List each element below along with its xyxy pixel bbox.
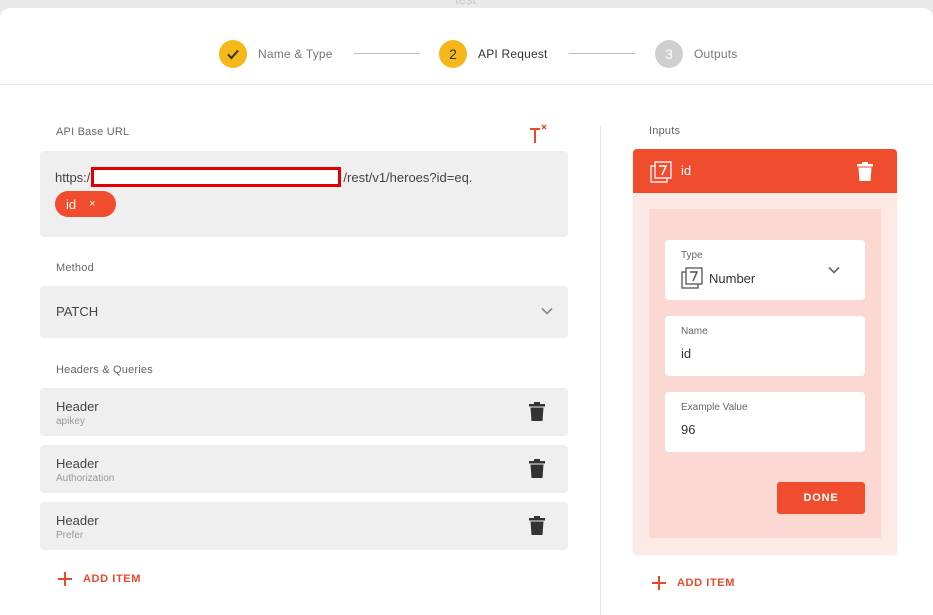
trash-icon[interactable]: [857, 162, 873, 181]
redacted-host: [91, 167, 342, 187]
header-item[interactable]: Header Prefer: [40, 502, 568, 550]
number-type-icon: [650, 161, 672, 183]
plus-icon: [58, 572, 72, 586]
step-connector: [569, 53, 635, 54]
type-value-row: Number: [681, 267, 755, 289]
step-label: Outputs: [694, 47, 738, 61]
trash-icon[interactable]: [529, 459, 545, 478]
example-value[interactable]: 96: [681, 422, 695, 437]
example-value-label: Example Value: [681, 402, 748, 413]
header-key: Prefer: [56, 530, 84, 541]
header-type: Header: [56, 513, 99, 528]
inputs-label: Inputs: [649, 125, 681, 137]
method-label: Method: [56, 262, 94, 274]
method-select[interactable]: PATCH: [40, 286, 568, 338]
headers-queries-label: Headers & Queries: [56, 364, 153, 376]
step-api-request[interactable]: 2 API Request: [439, 40, 548, 68]
step-outputs[interactable]: 3 Outputs: [655, 40, 737, 68]
header-key: apikey: [56, 416, 85, 427]
chevron-down-icon: [541, 307, 553, 315]
url-text: https:/ /rest/v1/heroes?id=eq.: [55, 167, 472, 187]
example-value-field[interactable]: Example Value 96: [665, 392, 865, 452]
step-number: 3: [655, 40, 683, 68]
step-name-type[interactable]: Name & Type: [219, 40, 333, 68]
chip-label: id: [66, 196, 77, 212]
api-request-modal: Name & Type 2 API Request 3 Outputs API …: [0, 8, 933, 615]
url-suffix: /rest/v1/heroes?id=eq.: [343, 169, 473, 185]
api-base-url-label: API Base URL: [56, 126, 130, 138]
name-label: Name: [681, 326, 708, 337]
input-card-id: id Type Number Name id Example Value 96 …: [633, 149, 897, 554]
api-base-url-field[interactable]: https:/ /rest/v1/heroes?id=eq. id ×: [40, 151, 568, 237]
header-item[interactable]: Header Authorization: [40, 445, 568, 493]
method-value: PATCH: [56, 304, 99, 319]
number-type-icon: [681, 267, 703, 289]
header-type: Header: [56, 456, 99, 471]
done-button[interactable]: DONE: [777, 482, 865, 514]
add-item-label: ADD ITEM: [677, 577, 735, 589]
step-number: 2: [439, 40, 467, 68]
name-field[interactable]: Name id: [665, 316, 865, 376]
input-card-header[interactable]: id: [633, 149, 897, 193]
name-value[interactable]: id: [681, 346, 691, 361]
chip-remove-icon[interactable]: ×: [89, 198, 95, 210]
background-dropdown-text: test: [455, 0, 476, 7]
input-name: id: [681, 163, 692, 178]
header-key: Authorization: [56, 473, 115, 484]
add-header-button[interactable]: ADD ITEM: [57, 571, 141, 587]
header-item[interactable]: Header apikey: [40, 388, 568, 436]
add-item-label: ADD ITEM: [83, 573, 141, 585]
column-divider: [600, 125, 601, 615]
add-input-button[interactable]: ADD ITEM: [651, 575, 735, 591]
trash-icon[interactable]: [529, 516, 545, 535]
check-icon: [219, 40, 247, 68]
plus-icon: [652, 576, 666, 590]
insert-variable-icon[interactable]: [527, 124, 549, 146]
type-select[interactable]: Type Number: [665, 240, 865, 300]
type-label: Type: [681, 250, 703, 261]
trash-icon[interactable]: [529, 402, 545, 421]
variable-chip-id[interactable]: id ×: [55, 191, 116, 217]
step-label: Name & Type: [258, 47, 333, 61]
chevron-down-icon: [828, 266, 840, 274]
step-label: API Request: [478, 47, 548, 61]
stepper: Name & Type 2 API Request 3 Outputs: [0, 8, 933, 85]
url-prefix: https:/: [55, 169, 91, 185]
header-type: Header: [56, 399, 99, 414]
step-connector: [354, 53, 420, 54]
input-editor: Type Number Name id Example Value 96 DON…: [649, 209, 881, 538]
type-value: Number: [709, 270, 756, 286]
